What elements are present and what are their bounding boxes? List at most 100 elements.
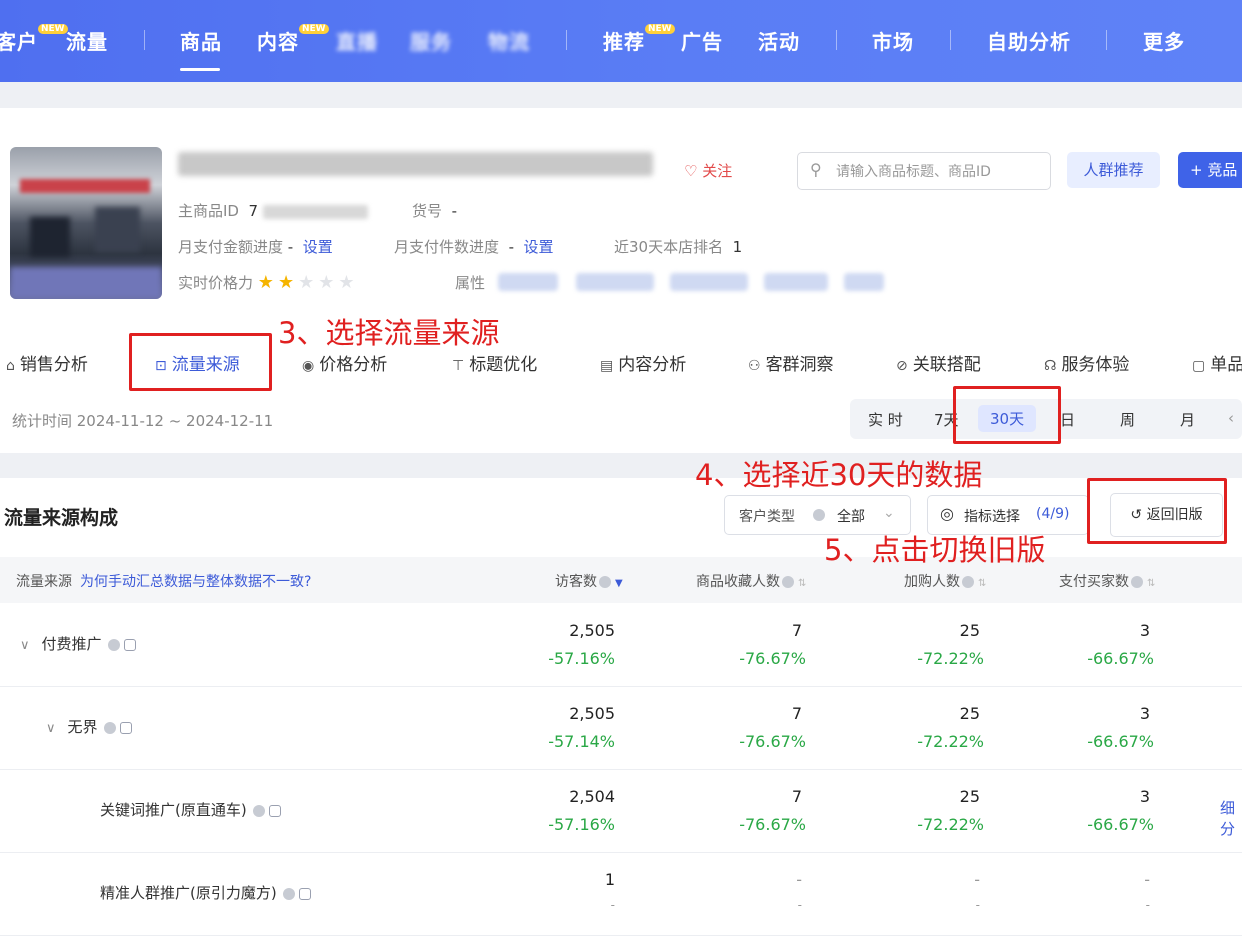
attribute-chip	[498, 273, 558, 291]
store-rank: 近30天本店排名 1	[614, 238, 743, 256]
highlight-back-button	[1087, 478, 1227, 544]
row-name[interactable]: ∨ 付费推广	[20, 633, 136, 654]
add-competitor-button[interactable]: + 竞品	[1178, 152, 1242, 188]
col-favorites[interactable]: 商品收藏人数 ⇅	[696, 571, 806, 591]
table-row: 关键词推广(原直通车) 2,504 -57.16% 7 -76.67% 25 -…	[0, 769, 1242, 853]
nav-item-service[interactable]: 服务	[410, 26, 452, 55]
main-product-id: 主商品ID 7	[178, 200, 368, 221]
col-buyers[interactable]: 支付买家数 ⇅	[1059, 571, 1155, 591]
chevron-down-icon[interactable]: ∨	[20, 638, 30, 653]
row-name: 关键词推广(原直通车)	[100, 799, 281, 820]
nav-divider	[566, 30, 567, 50]
carts-change: -72.22%	[917, 815, 984, 834]
detail-link[interactable]: 细分	[1220, 797, 1242, 839]
target-icon: ◉	[302, 358, 315, 374]
row-name: 精准人群推广(原引力魔方)	[100, 882, 311, 903]
star-filled-icon: ★	[277, 272, 299, 293]
monthly-pay-amount-progress: 月支付金额进度 - 设置	[178, 238, 333, 256]
crowd-recommend-button[interactable]: 人群推荐	[1067, 152, 1160, 188]
nav-item-activity[interactable]: 活动	[758, 26, 800, 55]
collapse-icon[interactable]	[123, 638, 136, 651]
nav-item-self-analysis[interactable]: 自助分析	[987, 26, 1071, 55]
period-day[interactable]: 日	[1060, 409, 1075, 430]
tab-single-product[interactable]: ▢ 单品	[1192, 350, 1242, 375]
star-empty-icon: ★	[298, 272, 319, 293]
metric-select-label: 指标选择	[964, 509, 1020, 525]
highlight-30d	[953, 386, 1061, 444]
rating-stars: ★★★★★	[258, 272, 359, 293]
nav-item-ads[interactable]: 广告	[681, 26, 723, 55]
period-month[interactable]: 月	[1180, 409, 1195, 430]
tab-title-optimize[interactable]: ⊤ 标题优化	[452, 350, 537, 375]
chevron-left-icon[interactable]: ‹	[1228, 409, 1234, 427]
data-mismatch-help-link[interactable]: 为何手动汇总数据与整体数据不一致?	[80, 574, 311, 590]
favorites-change: -	[797, 898, 802, 912]
nav-divider	[836, 30, 837, 50]
nav-item-content[interactable]: 内容NEW	[257, 24, 329, 55]
help-icon	[599, 576, 611, 588]
period-realtime[interactable]: 实 时	[868, 409, 903, 430]
sort-icon[interactable]: ⇅	[1147, 578, 1155, 589]
chevron-down-icon[interactable]: ∨	[46, 721, 56, 736]
buyers-value: -	[1144, 870, 1150, 889]
tab-service-experience[interactable]: ☊ 服务体验	[1044, 350, 1129, 375]
nav-item-recommend[interactable]: 推荐NEW	[603, 24, 675, 55]
nav-item-logistics[interactable]: 物流	[488, 26, 530, 55]
attribute-chip	[764, 273, 828, 291]
help-icon	[962, 576, 974, 588]
help-icon	[107, 638, 120, 651]
favorites-change: -76.67%	[739, 732, 806, 751]
product-search[interactable]: ⚲	[797, 152, 1051, 190]
tab-sales-analysis[interactable]: ⌂ 销售分析	[6, 350, 88, 375]
carts-change: -72.22%	[917, 732, 984, 751]
search-icon: ⚲	[810, 160, 822, 179]
set-count-link[interactable]: 设置	[524, 238, 554, 256]
carts-value: 25	[959, 704, 980, 723]
annotation-step4: 4、选择近30天的数据	[695, 458, 983, 492]
sort-desc-icon[interactable]: ▼	[615, 578, 623, 589]
period-week[interactable]: 周	[1120, 409, 1135, 430]
tab-price-analysis[interactable]: ◉ 价格分析	[302, 350, 387, 375]
tab-customer-insight[interactable]: ⚇ 客群洞察	[748, 350, 834, 375]
sort-icon[interactable]: ⇅	[978, 578, 986, 589]
visitors-value: 2,504	[569, 787, 615, 806]
nav-item-products[interactable]: 商品	[180, 26, 222, 55]
tab-bundle-match[interactable]: ⊘ 关联搭配	[896, 350, 981, 375]
row-name[interactable]: ∨ 无界	[46, 716, 132, 737]
nav-active-indicator	[180, 68, 220, 71]
set-amount-link[interactable]: 设置	[303, 238, 333, 256]
visitors-value: 2,505	[569, 704, 615, 723]
help-icon	[813, 509, 825, 521]
nav-item-customer[interactable]: 客户NEW	[0, 24, 68, 55]
title-icon: ⊤	[452, 358, 465, 374]
favorites-value: -	[796, 870, 802, 889]
col-source: 流量来源 为何手动汇总数据与整体数据不一致?	[16, 574, 312, 590]
carts-change: -	[975, 898, 980, 912]
table-row: ∨ 付费推广 2,505 -57.16% 7 -76.67% 25 -72.22%…	[0, 603, 1242, 687]
nav-item-live[interactable]: 直播	[336, 26, 378, 55]
collapse-icon[interactable]	[119, 721, 132, 734]
nav-item-market[interactable]: 市场	[872, 26, 914, 55]
panel-title: 流量来源构成	[4, 507, 119, 529]
annotation-step3: 3、选择流量来源	[278, 316, 500, 350]
sort-icon[interactable]: ⇅	[798, 578, 806, 589]
favorites-value: 7	[791, 704, 802, 723]
product-title-redacted	[178, 152, 653, 176]
follow-label: 关注	[702, 162, 733, 180]
nav-item-more[interactable]: 更多	[1143, 26, 1185, 55]
tab-content-analysis[interactable]: ▤ 内容分析	[600, 350, 686, 375]
collapse-icon[interactable]	[268, 804, 281, 817]
search-input[interactable]	[834, 161, 1043, 183]
new-badge: NEW	[645, 24, 675, 34]
star-empty-icon: ★	[338, 272, 359, 293]
favorites-change: -76.67%	[739, 815, 806, 834]
attribute-label: 属性	[455, 274, 486, 292]
col-visitors[interactable]: 访客数 ▼	[555, 571, 623, 591]
follow-button[interactable]: ♡ 关注	[684, 160, 732, 181]
col-carts[interactable]: 加购人数 ⇅	[904, 571, 986, 591]
nav-item-traffic[interactable]: 流量	[66, 26, 108, 55]
price-power: 实时价格力 ★★★★★	[178, 272, 359, 293]
product-thumbnail[interactable]	[10, 147, 162, 299]
document-icon: ▤	[600, 358, 614, 374]
collapse-icon[interactable]	[298, 887, 311, 900]
